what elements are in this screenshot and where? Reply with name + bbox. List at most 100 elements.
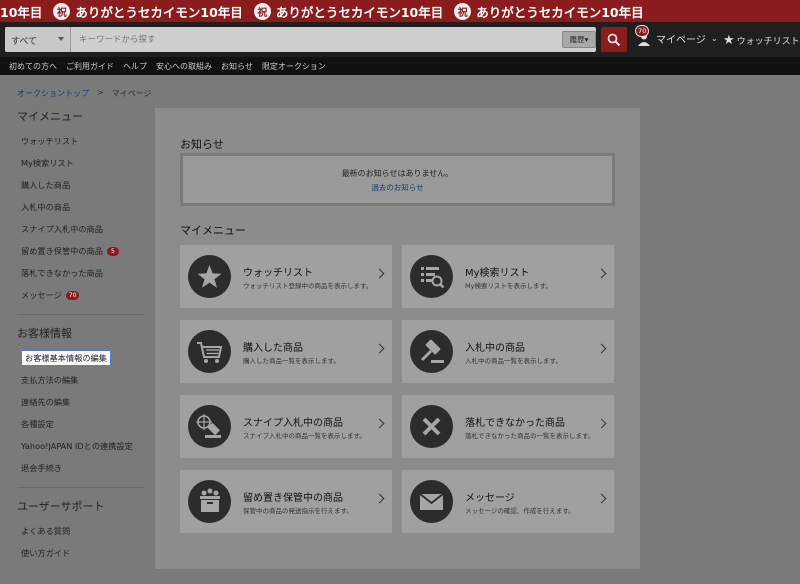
sidebar-item-label: My検索リスト <box>21 158 74 168</box>
banner-segment: 祝 ありがとうセカイモン10年目 <box>249 2 443 21</box>
past-notices-link[interactable]: 過去のお知らせ <box>183 182 612 193</box>
sidebar-item-messages[interactable]: メッセージ 70 <box>17 284 144 306</box>
card-title: 落札できなかった商品 <box>465 418 565 429</box>
sidebar-item-label: 留め置き保管中の商品 <box>21 246 103 256</box>
card-title: 入札中の商品 <box>465 343 525 354</box>
history-button[interactable]: 履歴▾ <box>562 31 596 48</box>
star-icon: ★ <box>723 33 735 48</box>
card-icon <box>188 405 231 448</box>
sidebar-item-withdraw[interactable]: 退会手続き <box>17 457 144 479</box>
chevron-down-icon: ⌄ <box>710 34 718 43</box>
card-icon <box>410 255 453 298</box>
chevron-right-icon <box>374 493 385 504</box>
sidebar-item-label: よくある質問 <box>21 526 71 536</box>
celebration-seal-icon: 祝 <box>53 2 71 20</box>
card-snipe[interactable]: スナイプ入札中の商品 スナイプ入札中の商品一覧を表示します。 <box>180 395 392 458</box>
sidebar-item-label: 支払方法の編集 <box>21 375 79 385</box>
card-messages[interactable]: メッセージ メッセージの確認、作成を行えます。 <box>402 470 614 533</box>
chevron-right-icon <box>596 493 607 504</box>
search-box: すべて 履歴▾ <box>5 27 596 52</box>
snipe-icon <box>196 414 221 438</box>
mail-icon <box>419 493 444 510</box>
mypage-badge: 70 <box>635 25 650 37</box>
sidebar-item-usage-guide[interactable]: 使い方ガイド <box>17 542 144 564</box>
card-my-search-list[interactable]: My検索リスト My検索リストを表示します。 <box>402 245 614 308</box>
search-button[interactable] <box>601 27 627 52</box>
sidebar-item-bidding[interactable]: 入札中の商品 <box>17 196 144 218</box>
subnav-first-time[interactable]: 初めての方へ <box>9 61 57 72</box>
sidebar: マイメニュー ウォッチリスト My検索リスト 購入した商品 入札中の商品 スナイ… <box>17 108 144 564</box>
notice-title: お知らせ <box>180 138 224 151</box>
x-icon <box>422 417 441 436</box>
sub-navigation: 初めての方へ ご利用ガイド ヘルプ 安心への取組み お知らせ 限定オークション <box>0 57 800 75</box>
star-icon <box>197 265 222 288</box>
sidebar-item-storage[interactable]: 留め置き保管中の商品 5 <box>17 240 144 262</box>
watchlist-link[interactable]: ★ ウォッチリスト <box>723 33 800 48</box>
subnav-help[interactable]: ヘルプ <box>123 61 147 72</box>
chevron-down-icon <box>58 37 64 41</box>
card-watchlist[interactable]: ウォッチリスト ウォッチリスト登録中の商品を表示します。 <box>180 245 392 308</box>
banner-text: ありがとうセカイモン10年目 <box>75 4 243 20</box>
sidebar-item-yahoo-link[interactable]: Yahoo!JAPAN IDとの連携設定 <box>17 435 144 457</box>
sidebar-item-watchlist[interactable]: ウォッチリスト <box>17 130 144 152</box>
sidebar-menu-title: マイメニュー <box>17 110 83 123</box>
card-storage[interactable]: 留め置き保管中の商品 保管中の商品の発送指示を行えます。 <box>180 470 392 533</box>
card-title: 留め置き保管中の商品 <box>243 493 343 504</box>
banner-text: ありがとうセカイモン10年目 <box>476 4 644 20</box>
celebration-seal-icon: 祝 <box>253 2 271 20</box>
mypage-label: マイページ <box>656 35 706 46</box>
chevron-right-icon <box>596 343 607 354</box>
subnav-limited-auction[interactable]: 限定オークション <box>262 61 326 72</box>
breadcrumb-separator: > <box>97 88 104 97</box>
card-lost[interactable]: 落札できなかった商品 落札できなかった商品の一覧を表示します。 <box>402 395 614 458</box>
card-title: My検索リスト <box>465 268 530 279</box>
sidebar-item-label: 使い方ガイド <box>21 548 71 558</box>
banner-text: ありがとうセカイモン10年目 <box>275 4 444 20</box>
sidebar-support-title: ユーザーサポート <box>17 500 105 513</box>
card-icon <box>188 330 231 373</box>
sidebar-item-settings[interactable]: 各種設定 <box>17 413 144 435</box>
sidebar-item-edit-contact[interactable]: 連絡先の編集 <box>17 391 144 413</box>
sidebar-item-snipe[interactable]: スナイプ入札中の商品 <box>17 218 144 240</box>
sidebar-item-label: 各種設定 <box>21 419 54 429</box>
card-purchased[interactable]: 購入した商品 購入した商品一覧を表示します。 <box>180 320 392 383</box>
mypage-menu[interactable]: 70 マイページ ⌄ <box>635 25 718 46</box>
sidebar-item-purchased[interactable]: 購入した商品 <box>17 174 144 196</box>
search-input[interactable] <box>73 27 561 52</box>
sidebar-item-edit-profile[interactable]: お客様基本情報の編集 <box>17 347 144 369</box>
search-list-icon <box>421 267 445 289</box>
category-select[interactable]: すべて <box>5 27 71 52</box>
count-badge: 70 <box>65 290 80 300</box>
card-icon <box>410 480 453 523</box>
sidebar-item-lost[interactable]: 落札できなかった商品 <box>17 262 144 284</box>
card-icon <box>188 255 231 298</box>
sidebar-item-label: Yahoo!JAPAN IDとの連携設定 <box>21 441 133 451</box>
sidebar-item-edit-payment[interactable]: 支払方法の編集 <box>17 369 144 391</box>
card-description: 購入した商品一覧を表示します。 <box>243 357 340 365</box>
sidebar-item-faq[interactable]: よくある質問 <box>17 520 144 542</box>
subnav-safety[interactable]: 安心への取組み <box>156 61 212 72</box>
subnav-news[interactable]: お知らせ <box>221 61 253 72</box>
card-description: スナイプ入札中の商品一覧を表示します。 <box>243 432 366 440</box>
subnav-guide[interactable]: ご利用ガイド <box>66 61 114 72</box>
card-icon <box>410 330 453 373</box>
card-title: メッセージ <box>465 493 515 504</box>
sidebar-item-label: お客様基本情報の編集 <box>21 350 111 366</box>
banner-track: 10年目 祝 ありがとうセカイモン10年目 祝 ありがとうセカイモン10年目 祝… <box>0 0 650 22</box>
watchlist-label: ウォッチリスト <box>736 37 800 47</box>
box-icon <box>200 488 220 512</box>
chevron-right-icon <box>374 343 385 354</box>
sidebar-item-label: ウォッチリスト <box>21 136 79 146</box>
card-icon <box>410 405 453 448</box>
banner-segment: 祝 ありがとうセカイモン10年目 <box>449 2 644 21</box>
card-title: ウォッチリスト <box>243 268 313 279</box>
anniversary-banner[interactable]: 10年目 祝 ありがとうセカイモン10年目 祝 ありがとうセカイモン10年目 祝… <box>0 0 800 22</box>
breadcrumb-home[interactable]: オークショントップ <box>17 88 89 99</box>
sidebar-item-label: メッセージ <box>21 290 62 300</box>
celebration-seal-icon: 祝 <box>454 2 472 20</box>
notice-box: 最新のお知らせはありません。 過去のお知らせ <box>180 153 615 206</box>
gavel-icon <box>420 339 444 363</box>
card-bidding[interactable]: 入札中の商品 入札中の商品一覧を表示します。 <box>402 320 614 383</box>
breadcrumb: オークショントップ > マイページ <box>17 88 152 99</box>
sidebar-item-my-search-list[interactable]: My検索リスト <box>17 152 144 174</box>
